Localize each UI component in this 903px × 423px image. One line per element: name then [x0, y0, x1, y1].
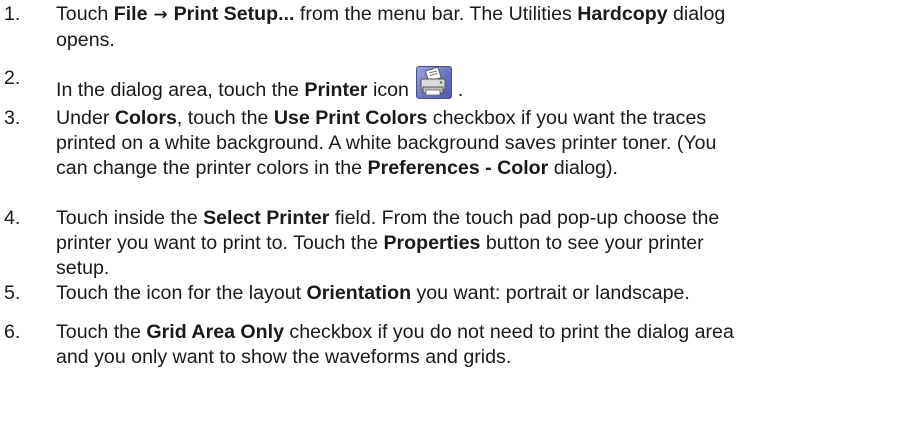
text-run: opens. [56, 29, 115, 51]
text-run: checkbox if you want the traces [427, 107, 707, 129]
bold-term: → [147, 5, 174, 25]
text-run: icon [367, 79, 415, 101]
text-run: Touch the [56, 321, 147, 343]
step-text: Touch the icon for the layout Orientatio… [56, 281, 895, 306]
step-text: Touch the Grid Area Only checkbox if you… [56, 320, 895, 370]
step-line: Touch inside the Select Printer field. F… [56, 206, 895, 231]
step-line: Under Colors, touch the Use Print Colors… [56, 106, 895, 131]
step-number: 2. [4, 67, 21, 89]
bold-term: Hardcopy [577, 3, 668, 25]
text-run: Touch inside the [56, 207, 204, 229]
step-line: Touch File → Print Setup... from the men… [56, 2, 895, 28]
step-line: Touch the icon for the layout Orientatio… [56, 281, 895, 306]
step-text: In the dialog area, touch the Printer ic… [56, 66, 895, 103]
step-line: printed on a white background. A white b… [56, 131, 895, 156]
bold-term: Properties [383, 232, 481, 254]
bold-term: Preferences - Color [367, 157, 549, 179]
bold-term: Colors [114, 107, 177, 129]
step-line: Touch the Grid Area Only checkbox if you… [56, 320, 895, 345]
bold-term: Use Print Colors [273, 107, 428, 129]
step-line: In the dialog area, touch the Printer ic… [56, 66, 895, 103]
step-text: Under Colors, touch the Use Print Colors… [56, 106, 895, 181]
step-number: 6. [4, 321, 21, 343]
text-run: button to see your printer [480, 232, 704, 254]
text-run: In the dialog area, touch the [56, 79, 305, 101]
text-run: from the menu bar. The Utilities [294, 3, 578, 25]
bold-term: Printer [304, 79, 368, 101]
text-run: Touch the icon for the layout [56, 282, 307, 304]
bold-term: Grid Area Only [146, 321, 284, 343]
text-run: , touch the [176, 107, 274, 129]
step-text: Touch File → Print Setup... from the men… [56, 2, 895, 53]
text-run: field. From the touch pad pop-up choose … [329, 207, 720, 229]
step-text: Touch inside the Select Printer field. F… [56, 206, 895, 281]
step-line: can change the printer colors in the Pre… [56, 156, 895, 181]
text-run: you want: portrait or landscape. [411, 282, 690, 304]
text-run: and you only want to show the waveforms … [56, 346, 512, 368]
bold-term: Select Printer [203, 207, 330, 229]
text-run: Under [56, 107, 115, 129]
text-run: can change the printer colors in the [56, 157, 368, 179]
step-line: and you only want to show the waveforms … [56, 345, 895, 370]
text-run: . [457, 79, 464, 101]
step-number: 1. [4, 3, 21, 25]
step-number: 4. [4, 207, 21, 229]
printer-icon [416, 66, 453, 99]
text-run: setup. [56, 257, 110, 279]
text-run: printer you want to print to. Touch the [56, 232, 384, 254]
step-line: opens. [56, 28, 895, 53]
text-run: checkbox if you do not need to print the… [283, 321, 734, 343]
bold-term: File [113, 3, 148, 25]
text-run: dialog). [548, 157, 618, 179]
text-run: Touch [56, 3, 114, 25]
bold-term: Print Setup... [173, 3, 295, 25]
step-number: 5. [4, 282, 21, 304]
step-number: 3. [4, 107, 21, 129]
step-line: setup. [56, 256, 895, 281]
step-line: printer you want to print to. Touch the … [56, 231, 895, 256]
text-run: dialog [667, 3, 726, 25]
bold-term: Orientation [306, 282, 412, 304]
text-run: printed on a white background. A white b… [56, 132, 717, 154]
